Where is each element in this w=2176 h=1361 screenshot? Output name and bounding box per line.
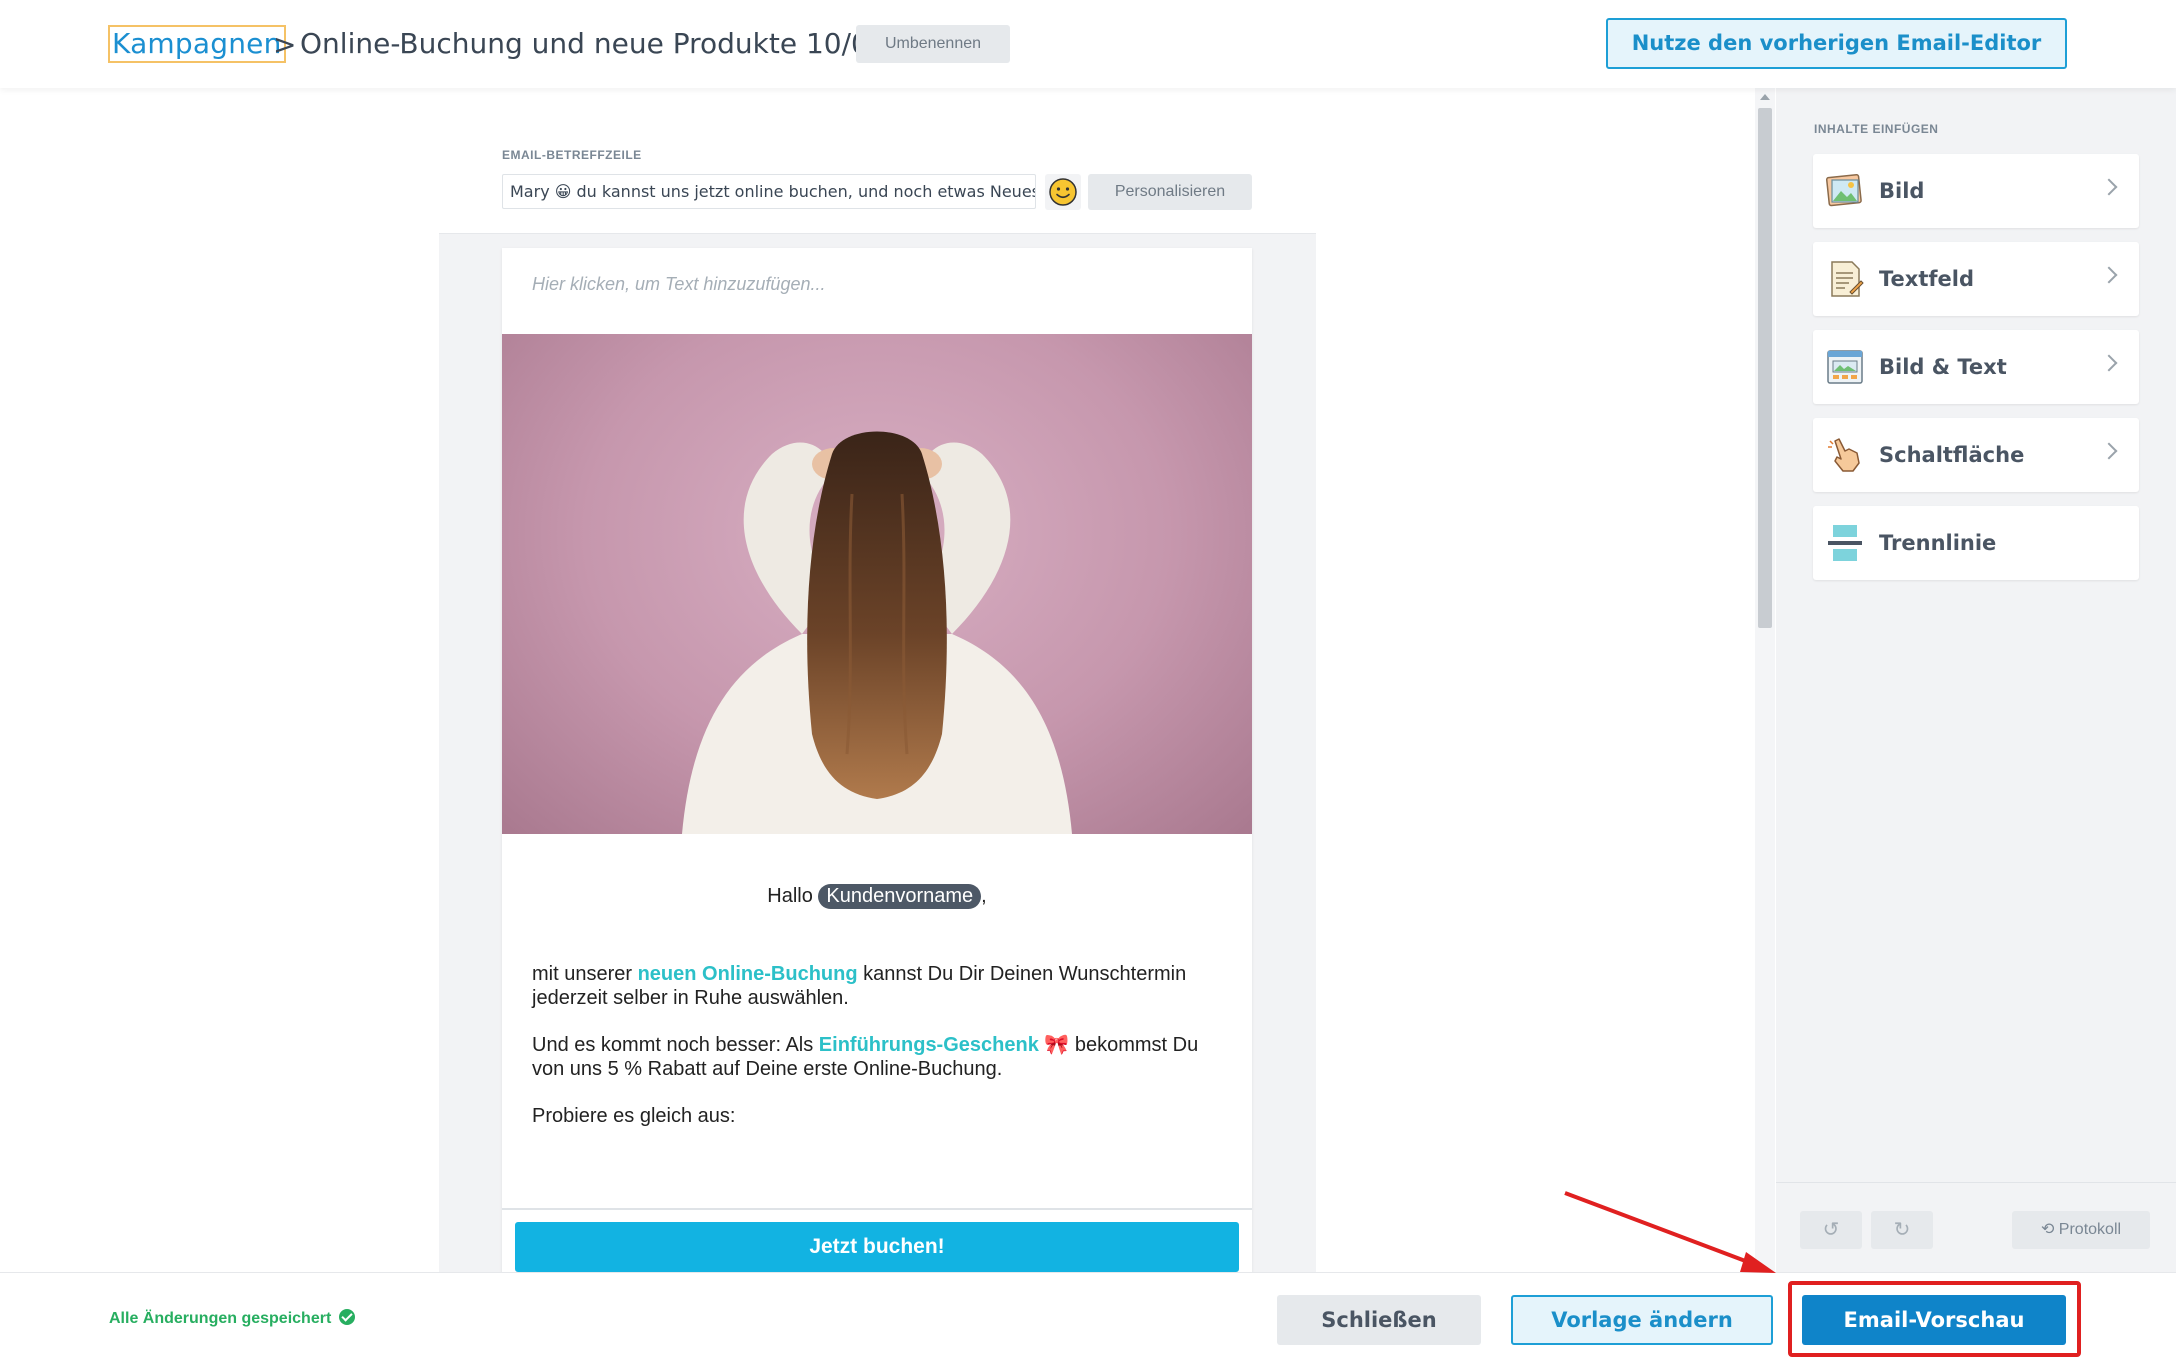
block-textfield-label: Textfeld <box>1879 267 1974 291</box>
scroll-thumb[interactable] <box>1758 108 1772 628</box>
panel-title: INHALTE EINFÜGEN <box>1814 122 1939 136</box>
hero-image[interactable] <box>502 334 1252 834</box>
intro-gift-link[interactable]: Einführungs-Geschenk <box>819 1034 1039 1056</box>
page-title: Online-Buchung und neue Produkte 10/08 <box>300 27 887 60</box>
subject-line-label: EMAIL-BETREFFZEILE <box>502 148 642 162</box>
add-text-placeholder[interactable]: Hier klicken, um Text hinzuzufügen... <box>532 274 825 295</box>
old-editor-button[interactable]: Nutze den vorherigen Email-Editor <box>1606 18 2067 69</box>
personalize-button[interactable]: Personalisieren <box>1088 174 1252 210</box>
editor-scrollbar[interactable] <box>1755 88 1775 1272</box>
top-header: Kampagnen > Online-Buchung und neue Prod… <box>0 0 2176 88</box>
subject-line-section: EMAIL-BETREFFZEILE Mary 😀 du kannst uns … <box>439 122 1316 234</box>
email-body: Hier klicken, um Text hinzuzufügen... Ha… <box>502 248 1252 1272</box>
check-circle-icon <box>339 1309 356 1325</box>
email-preview-button[interactable]: Email-Vorschau <box>1802 1295 2066 1345</box>
book-now-button[interactable]: Jetzt buchen! <box>515 1222 1239 1272</box>
save-status: Alle Änderungen gespeichert <box>109 1309 356 1328</box>
block-button[interactable]: Schaltfläche <box>1813 418 2139 492</box>
online-booking-link[interactable]: neuen Online-Buchung <box>638 963 858 985</box>
email-paragraph-2[interactable]: Und es kommt noch besser: Als Einführung… <box>532 1033 1222 1081</box>
chevron-right-icon <box>2100 354 2118 372</box>
email-paragraph-1[interactable]: mit unserer neuen Online-Buchung kannst … <box>532 962 1222 1010</box>
greeting-prefix: Hallo <box>767 885 813 907</box>
subject-line-input[interactable]: Mary 😀 du kannst uns jetzt online buchen… <box>502 174 1036 209</box>
bottom-action-bar: Alle Änderungen gespeichert Schließen Vo… <box>0 1272 2176 1361</box>
change-template-button[interactable]: Vorlage ändern <box>1511 1295 1773 1345</box>
greeting-line: Hallo Kundenvorname, <box>502 884 1252 909</box>
block-divider-label: Trennlinie <box>1879 531 1997 555</box>
chevron-right-icon <box>2100 442 2118 460</box>
history-icon: ⟲ <box>2040 1221 2059 1238</box>
redo-button[interactable]: ↻ <box>1871 1211 1933 1249</box>
image-icon <box>1825 173 1862 207</box>
rename-button[interactable]: Umbenennen <box>856 25 1010 63</box>
content-blocks-panel: INHALTE EINFÜGEN Bild Textfeld Bild & Te… <box>1776 88 2176 1272</box>
para2-text-start: Und es kommt noch besser: Als <box>532 1034 819 1056</box>
block-image-text[interactable]: Bild & Text <box>1813 330 2139 404</box>
image-text-icon <box>1827 350 1863 384</box>
scroll-up-arrow-icon[interactable] <box>1760 94 1770 100</box>
chevron-right-icon <box>2100 178 2118 196</box>
block-textfield[interactable]: Textfeld <box>1813 242 2139 316</box>
email-paragraph-3[interactable]: Probiere es gleich aus: <box>532 1104 1222 1128</box>
block-image-text-label: Bild & Text <box>1879 355 2007 379</box>
block-divider[interactable]: Trennlinie <box>1813 506 2139 580</box>
greeting-suffix: , <box>981 885 987 907</box>
text-document-icon <box>1831 261 1864 297</box>
emoji-picker-button[interactable] <box>1045 174 1081 210</box>
smiley-icon <box>1049 178 1077 206</box>
breadcrumb-campaigns-link[interactable]: Kampagnen <box>108 25 286 63</box>
history-button[interactable]: ⟲ Protokoll <box>2012 1211 2150 1249</box>
divider-icon <box>1828 525 1862 561</box>
customer-firstname-variable[interactable]: Kundenvorname <box>818 884 982 909</box>
cta-block: Jetzt buchen! <box>502 1208 1252 1272</box>
breadcrumb-separator: > <box>273 28 297 61</box>
email-editor-canvas: EMAIL-BETREFFZEILE Mary 😀 du kannst uns … <box>439 122 1316 1272</box>
undo-button[interactable]: ↺ <box>1800 1211 1862 1249</box>
ribbon-icon: 🎀 <box>1044 1034 1070 1056</box>
block-button-label: Schaltfläche <box>1879 443 2025 467</box>
para1-text-start: mit unserer <box>532 963 638 985</box>
close-button[interactable]: Schließen <box>1277 1295 1481 1345</box>
chevron-right-icon <box>2100 266 2118 284</box>
block-image[interactable]: Bild <box>1813 154 2139 228</box>
save-status-text: Alle Änderungen gespeichert <box>109 1310 332 1327</box>
history-label: Protokoll <box>2058 1221 2122 1238</box>
pointing-hand-icon <box>1828 438 1860 472</box>
block-image-label: Bild <box>1879 179 1925 203</box>
woman-hair-photo <box>682 431 1072 834</box>
panel-footer: ↺ ↻ ⟲ Protokoll <box>1776 1182 2176 1272</box>
